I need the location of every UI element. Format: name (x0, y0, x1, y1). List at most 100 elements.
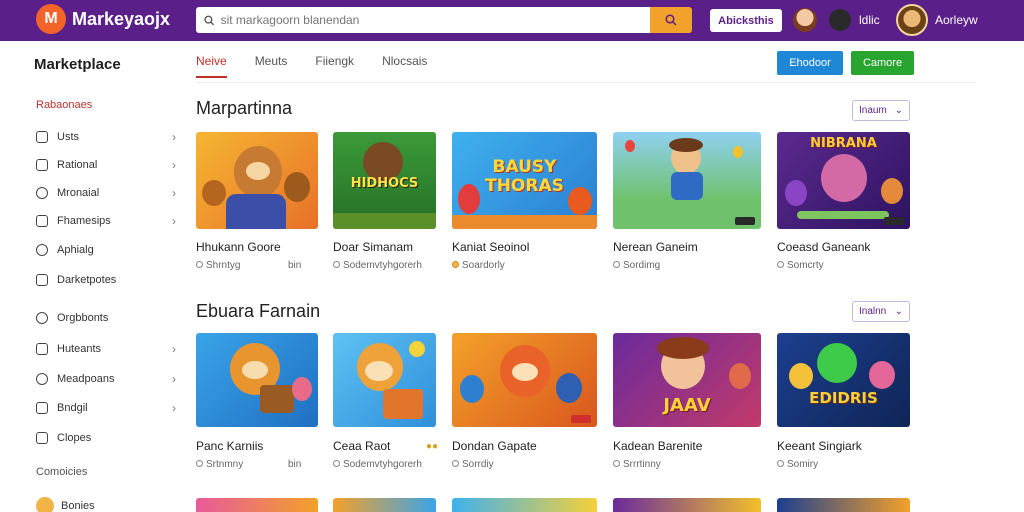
game-card-image[interactable] (333, 498, 436, 512)
box-icon (36, 159, 48, 171)
tab-meuts[interactable]: Meuts (255, 54, 288, 78)
game-card-title[interactable]: Coeasd Ganeank (777, 240, 870, 254)
tab-bar: Neive Meuts Fiiengk Nlocsais (196, 54, 427, 78)
game-card-title[interactable]: Doar Simanam (333, 240, 413, 254)
primary-button[interactable]: Ehodoor (777, 51, 843, 75)
top-action-button[interactable]: Abicksthis (710, 9, 782, 32)
user-avatar[interactable] (896, 4, 928, 36)
chevron-down-icon: ⌄ (894, 105, 903, 116)
game-logo: JAAV (663, 395, 711, 416)
user-short-label[interactable]: ldlic (859, 13, 880, 27)
chevron-right-icon: › (172, 342, 176, 356)
sidebar-item-2[interactable]: Rational › (36, 155, 176, 175)
tab-neive[interactable]: Neive (196, 54, 227, 78)
tab-fiiengk[interactable]: Fiiengk (315, 54, 354, 78)
section-sort-select[interactable]: Inalnn ⌄ (852, 301, 910, 322)
user-name[interactable]: Aorleyw (935, 13, 978, 27)
sidebar-user[interactable]: Bonies (36, 497, 95, 512)
sidebar-item-9[interactable]: Meadpoans › (36, 369, 176, 389)
game-card-title[interactable]: Kadean Barenite (613, 439, 702, 453)
game-card-image[interactable] (452, 498, 597, 512)
game-card-image[interactable]: BAUSY THORAS (452, 132, 597, 229)
game-card-badge (735, 217, 755, 225)
brand-logo-icon: M (36, 4, 66, 34)
game-card-badge (571, 415, 591, 423)
game-card-title[interactable]: Dondan Gapate (452, 439, 537, 453)
list-icon (36, 131, 48, 143)
game-card-image[interactable] (196, 498, 318, 512)
sidebar-item-label: Darketpotes (57, 274, 117, 286)
game-card-image[interactable]: NIBRANA (777, 132, 910, 229)
game-card-meta: Somcrty (777, 260, 824, 271)
game-card-meta: Sorrdiy (452, 459, 494, 470)
game-card-image[interactable] (196, 132, 318, 229)
clock-icon (196, 261, 203, 268)
chat-icon (36, 373, 48, 385)
game-card-image[interactable] (613, 498, 761, 512)
game-card-image[interactable]: JAAV (613, 333, 761, 427)
clock-icon (452, 460, 459, 467)
game-card-title[interactable]: Nerean Ganeim (613, 240, 698, 254)
game-card-image[interactable] (613, 132, 761, 229)
sidebar-item-3[interactable]: Mronaial › (36, 183, 176, 203)
game-card-title[interactable]: Keeant Singiark (777, 439, 862, 453)
sidebar-item-5[interactable]: Aphialg (36, 240, 176, 260)
game-card-title[interactable]: Panc Karniis (196, 439, 263, 453)
coin-icon (452, 261, 459, 268)
clock-icon (333, 261, 340, 268)
search-input[interactable] (220, 13, 650, 27)
chevron-down-icon: ⌄ (894, 306, 903, 317)
sidebar-item-label: Aphialg (57, 244, 94, 256)
sidebar-item-6[interactable]: Darketpotes (36, 270, 176, 290)
clock-icon (613, 261, 620, 268)
game-card-title[interactable]: Hhukann Goore (196, 240, 281, 254)
section-title: Ebuara Farnain (196, 301, 321, 321)
game-card-image[interactable] (333, 333, 436, 427)
brand[interactable]: M Markeyaojx (36, 4, 170, 34)
game-card-meta: Soardorly (452, 260, 505, 271)
game-card-meta: Shrntyg bin (196, 260, 301, 271)
tab-divider (196, 82, 976, 83)
game-card-meta: Sodemvtyhgorerh (333, 260, 422, 271)
sidebar-user-name: Bonies (61, 500, 95, 512)
game-card-image[interactable]: HIDHOCS (333, 132, 436, 229)
secondary-button[interactable]: Camore (851, 51, 914, 75)
game-card-image[interactable] (196, 333, 318, 427)
game-card-title[interactable]: Kaniat Seoinol (452, 240, 529, 254)
camera-icon (36, 215, 48, 227)
clock-icon (613, 460, 620, 467)
game-card-image[interactable] (777, 498, 910, 512)
sidebar-footer-label: Comoicies (36, 466, 88, 478)
sidebar-item-label: Huteants (57, 343, 102, 355)
sidebar-item-11[interactable]: Clopes (36, 428, 176, 448)
sidebar-item-4[interactable]: Fhamesips › (36, 211, 176, 231)
game-card-badge (884, 217, 904, 225)
sidebar-item-label: Usts (57, 131, 79, 143)
chevron-right-icon: › (172, 401, 176, 415)
chevron-right-icon: › (172, 372, 176, 386)
home-icon (36, 274, 48, 286)
game-logo: NIBRANA (810, 136, 877, 151)
sidebar-item-8[interactable]: Huteants › (36, 339, 176, 359)
avatar[interactable] (793, 8, 817, 32)
select-value: Inaum (859, 105, 887, 116)
game-logo: HIDHOCS (350, 176, 419, 191)
sidebar-item-7[interactable]: Orgbbonts (36, 308, 176, 328)
select-value: Inalnn (859, 306, 887, 317)
top-bar: M Markeyaojx Abicksthis ldlic Aorleyw (0, 0, 1024, 41)
search-bar (196, 7, 692, 33)
search-button[interactable] (650, 7, 692, 33)
section-sort-select[interactable]: Inaum ⌄ (852, 100, 910, 121)
game-card-title[interactable]: Ceaa Raot (333, 439, 390, 453)
tab-nlocsais[interactable]: Nlocsais (382, 54, 427, 78)
avatar[interactable] (829, 9, 851, 31)
chevron-right-icon: › (172, 130, 176, 144)
clock-icon (777, 261, 784, 268)
sidebar-item-1[interactable]: Usts › (36, 127, 176, 147)
sidebar-title: Marketplace (34, 56, 121, 73)
game-card-image[interactable]: EDIDRIS (777, 333, 910, 427)
clock-icon (333, 460, 340, 467)
game-card-image[interactable] (452, 333, 597, 427)
section-title: Marpartinna (196, 98, 293, 118)
sidebar-item-10[interactable]: Bndgil › (36, 398, 176, 418)
